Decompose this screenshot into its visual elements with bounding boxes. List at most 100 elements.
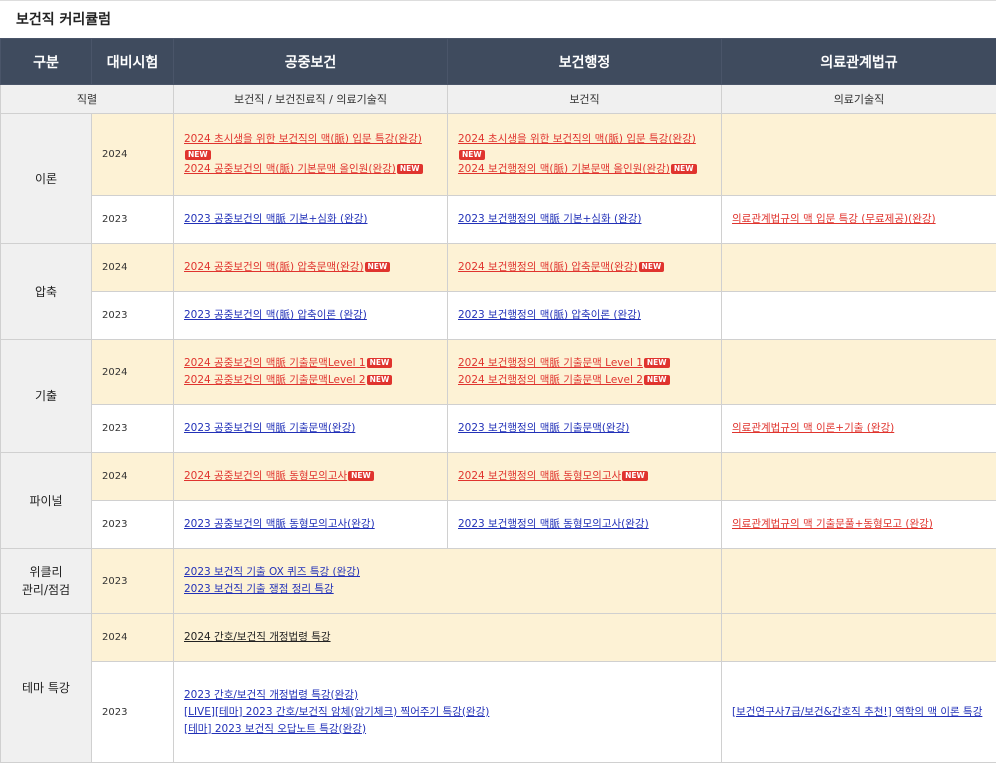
year-cell: 2023 — [92, 405, 174, 453]
header-category: 구분 — [1, 39, 92, 85]
year-cell: 2023 — [92, 196, 174, 244]
cell-medical-law — [722, 453, 996, 501]
cell-medical-law: [보건연구사7급/보건&간호직 추천!] 역학의 맥 이론 특강 — [722, 662, 996, 763]
course-link[interactable]: [테마] 2023 보건직 오답노트 특강(완강) — [184, 721, 711, 738]
cell-public-health: 2023 공중보건의 맥脈 기본+심화 (완강) — [174, 196, 448, 244]
cell-public-health: 2024 공중보건의 맥脈 기출문맥Level 1NEW 2024 공중보건의 … — [174, 340, 448, 405]
course-link[interactable]: 2024 공중보건의 맥(脈) 기본문맥 올인원(완강)NEW — [184, 161, 437, 178]
new-badge: NEW — [397, 164, 423, 174]
course-link[interactable]: 의료관계법규의 맥 이론+기출 (완강) — [732, 420, 986, 437]
category-past: 기출 — [1, 340, 92, 453]
cell-health-admin: 2024 보건행정의 맥脈 동형모의고사NEW — [448, 453, 722, 501]
course-link[interactable]: [보건연구사7급/보건&간호직 추천!] 역학의 맥 이론 특강 — [732, 704, 986, 721]
new-badge: NEW — [644, 375, 670, 385]
course-link[interactable]: 2024 보건행정의 맥(脈) 압축문맥(완강)NEW — [458, 259, 711, 276]
new-badge: NEW — [644, 358, 670, 368]
year-cell: 2023 — [92, 292, 174, 340]
course-link[interactable]: 2024 공중보건의 맥脈 동형모의고사NEW — [184, 468, 437, 485]
category-theory: 이론 — [1, 114, 92, 244]
cell-medical-law — [722, 244, 996, 292]
header-medical-law: 의료관계법규 — [722, 39, 996, 85]
course-link[interactable]: 2023 보건직 기출 쟁점 정리 특강 — [184, 581, 711, 598]
table-row: 테마 특강 2024 2024 간호/보건직 개정법령 특강 — [1, 614, 996, 662]
cell-health-admin: 2023 보건행정의 맥脈 동형모의고사(완강) — [448, 501, 722, 549]
course-link[interactable]: 2024 공중보건의 맥(脈) 압축문맥(완강)NEW — [184, 259, 437, 276]
header-row: 구분 대비시험 공중보건 보건행정 의료관계법규 — [1, 39, 996, 85]
cell-weekly-links: 2023 보건직 기출 OX 퀴즈 특강 (완강) 2023 보건직 기출 쟁점… — [174, 549, 722, 614]
table-row: 이론 2024 2024 초시생을 위한 보건직의 맥(脈) 입문 특강(완강)… — [1, 114, 996, 196]
cell-medical-law — [722, 292, 996, 340]
category-weekly: 위클리 관리/점검 — [1, 549, 92, 614]
course-link[interactable]: 2023 간호/보건직 개정법령 특강(완강) — [184, 687, 711, 704]
cell-health-admin: 2023 보건행정의 맥(脈) 압축이론 (완강) — [448, 292, 722, 340]
course-link[interactable]: 2024 간호/보건직 개정법령 특강 — [184, 629, 711, 646]
table-row: 파이널 2024 2024 공중보건의 맥脈 동형모의고사NEW 2024 보건… — [1, 453, 996, 501]
new-badge: NEW — [367, 358, 393, 368]
new-badge: NEW — [365, 262, 391, 272]
course-link[interactable]: 2023 보건행정의 맥脈 동형모의고사(완강) — [458, 516, 711, 533]
course-link[interactable]: 2023 공중보건의 맥脈 동형모의고사(완강) — [184, 516, 437, 533]
course-link[interactable]: 2024 보건행정의 맥脈 동형모의고사NEW — [458, 468, 711, 485]
course-link[interactable]: 2023 공중보건의 맥脈 기출문맥(완강) — [184, 420, 437, 437]
table-row: 2023 2023 공중보건의 맥脈 기출문맥(완강) 2023 보건행정의 맥… — [1, 405, 996, 453]
course-link[interactable]: 2023 보건행정의 맥脈 기본+심화 (완강) — [458, 211, 711, 228]
cell-medical-law — [722, 114, 996, 196]
course-link[interactable]: 2023 보건행정의 맥(脈) 압축이론 (완강) — [458, 307, 711, 324]
new-badge: NEW — [622, 471, 648, 481]
new-badge: NEW — [459, 150, 485, 160]
course-link[interactable]: 2024 공중보건의 맥脈 기출문맥Level 2NEW — [184, 372, 437, 389]
course-link[interactable]: 2023 보건행정의 맥脈 기출문맥(완강) — [458, 420, 711, 437]
category-theme: 테마 특강 — [1, 614, 92, 763]
year-cell: 2024 — [92, 340, 174, 405]
cell-theme-links: 2024 간호/보건직 개정법령 특강 — [174, 614, 722, 662]
course-link[interactable]: 2023 공중보건의 맥脈 기본+심화 (완강) — [184, 211, 437, 228]
course-link[interactable]: 2024 보건행정의 맥脈 기출문맥 Level 2NEW — [458, 372, 711, 389]
cell-public-health: 2023 공중보건의 맥(脈) 압축이론 (완강) — [174, 292, 448, 340]
cell-health-admin: 2024 보건행정의 맥脈 기출문맥 Level 1NEW 2024 보건행정의… — [448, 340, 722, 405]
cell-health-admin: 2024 보건행정의 맥(脈) 압축문맥(완강)NEW — [448, 244, 722, 292]
table-row: 위클리 관리/점검 2023 2023 보건직 기출 OX 퀴즈 특강 (완강)… — [1, 549, 996, 614]
cell-medical-law — [722, 614, 996, 662]
new-badge: NEW — [671, 164, 697, 174]
course-link[interactable]: 2024 보건행정의 맥(脈) 기본문맥 올인원(완강)NEW — [458, 161, 711, 178]
subheader-row: 직렬 보건직 / 보건진료직 / 의료기술직 보건직 의료기술직 — [1, 85, 996, 114]
header-health-admin: 보건행정 — [448, 39, 722, 85]
course-link[interactable]: 의료관계법규의 맥 기출문풀+동형모고 (완강) — [732, 516, 986, 533]
new-badge: NEW — [348, 471, 374, 481]
year-cell: 2023 — [92, 501, 174, 549]
course-link[interactable]: 2024 초시생을 위한 보건직의 맥(脈) 입문 특강(완강) — [184, 131, 437, 148]
course-link[interactable]: 의료관계법규의 맥 입문 특강 (무료제공)(완강) — [732, 211, 986, 228]
course-link[interactable]: 2023 보건직 기출 OX 퀴즈 특강 (완강) — [184, 564, 711, 581]
course-link[interactable]: 2023 공중보건의 맥(脈) 압축이론 (완강) — [184, 307, 437, 324]
cell-health-admin: 2023 보건행정의 맥脈 기본+심화 (완강) — [448, 196, 722, 244]
course-link[interactable]: 2024 공중보건의 맥脈 기출문맥Level 1NEW — [184, 355, 437, 372]
subheader-health-admin: 보건직 — [448, 85, 722, 114]
course-link[interactable]: 2024 보건행정의 맥脈 기출문맥 Level 1NEW — [458, 355, 711, 372]
course-link[interactable]: [LIVE][테마] 2023 간호/보건직 암체(암기체크) 찍어주기 특강(… — [184, 704, 711, 721]
table-row: 압축 2024 2024 공중보건의 맥(脈) 압축문맥(완강)NEW 2024… — [1, 244, 996, 292]
table-row: 2023 2023 공중보건의 맥脈 동형모의고사(완강) 2023 보건행정의… — [1, 501, 996, 549]
course-link[interactable]: 2024 초시생을 위한 보건직의 맥(脈) 입문 특강(완강) — [458, 131, 711, 148]
year-cell: 2024 — [92, 114, 174, 196]
cell-medical-law: 의료관계법규의 맥 기출문풀+동형모고 (완강) — [722, 501, 996, 549]
cell-public-health: 2024 초시생을 위한 보건직의 맥(脈) 입문 특강(완강) NEW 202… — [174, 114, 448, 196]
subheader-public-health: 보건직 / 보건진료직 / 의료기술직 — [174, 85, 448, 114]
table-row: 기출 2024 2024 공중보건의 맥脈 기출문맥Level 1NEW 202… — [1, 340, 996, 405]
new-badge: NEW — [185, 150, 211, 160]
table-row: 2023 2023 공중보건의 맥脈 기본+심화 (완강) 2023 보건행정의… — [1, 196, 996, 244]
category-final: 파이널 — [1, 453, 92, 549]
subheader-medical-law: 의료기술직 — [722, 85, 996, 114]
category-weekly-line2: 관리/점검 — [1, 581, 91, 599]
table-row: 2023 2023 간호/보건직 개정법령 특강(완강) [LIVE][테마] … — [1, 662, 996, 763]
new-badge: NEW — [367, 375, 393, 385]
cell-public-health: 2023 공중보건의 맥脈 동형모의고사(완강) — [174, 501, 448, 549]
header-exam: 대비시험 — [92, 39, 174, 85]
page-title: 보건직 커리큘럼 — [0, 0, 996, 38]
cell-health-admin: 2023 보건행정의 맥脈 기출문맥(완강) — [448, 405, 722, 453]
year-cell: 2023 — [92, 549, 174, 614]
curriculum-table: 구분 대비시험 공중보건 보건행정 의료관계법규 직렬 보건직 / 보건진료직 … — [0, 38, 996, 763]
category-weekly-line1: 위클리 — [1, 563, 91, 581]
category-compress: 압축 — [1, 244, 92, 340]
year-cell: 2023 — [92, 662, 174, 763]
cell-public-health: 2024 공중보건의 맥脈 동형모의고사NEW — [174, 453, 448, 501]
